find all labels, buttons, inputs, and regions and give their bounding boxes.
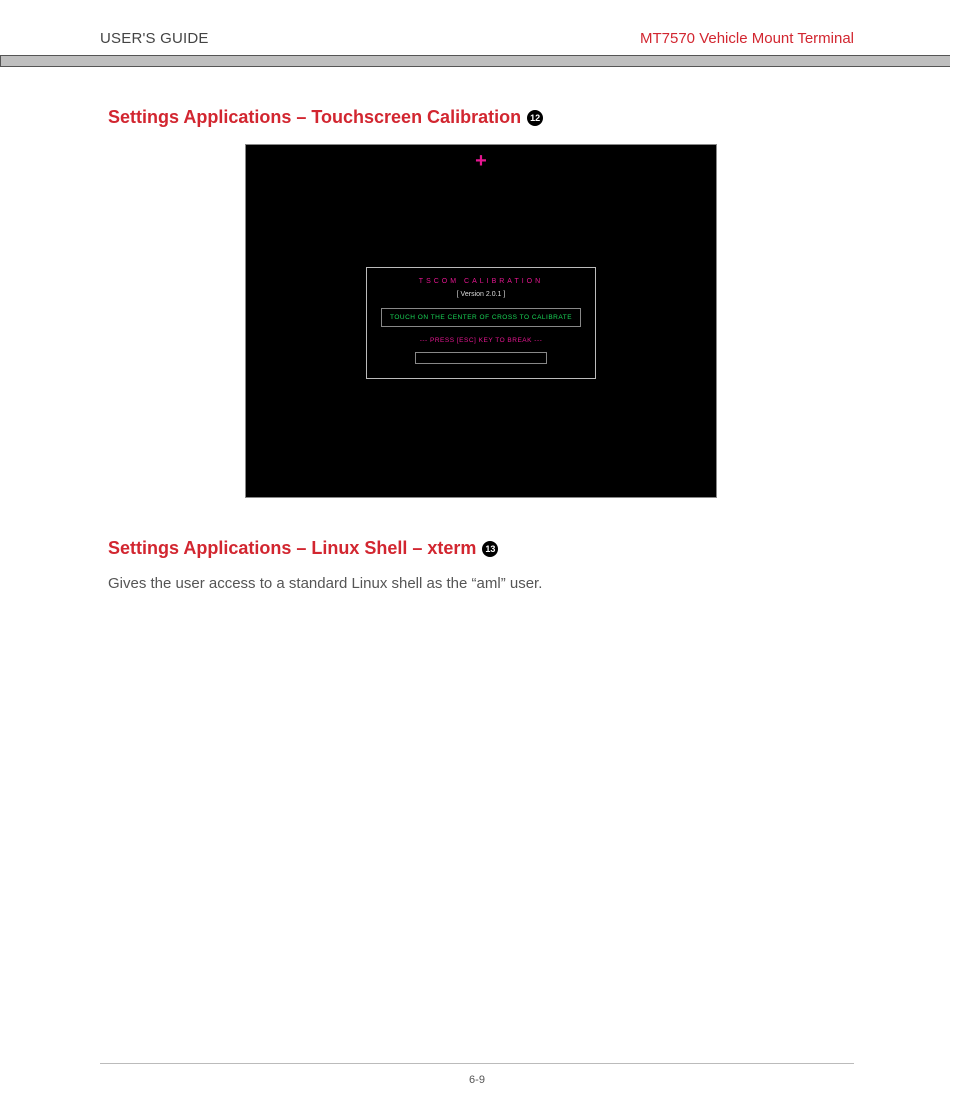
page-number: 6-9 xyxy=(100,1074,854,1086)
header-right: MT7570 Vehicle Mount Terminal xyxy=(640,30,854,47)
dialog-progress-bar xyxy=(415,352,547,364)
page-header: USER'S GUIDE MT7570 Vehicle Mount Termin… xyxy=(0,0,954,55)
dialog-version: [ Version 2.0.1 ] xyxy=(375,291,587,298)
content: Settings Applications – Touchscreen Cali… xyxy=(0,67,954,592)
dialog-touch-msg: TOUCH ON THE CENTER OF CROSS TO CALIBRAT… xyxy=(381,308,581,327)
calibration-screenshot: + TSCOM CALIBRATION [ Version 2.0.1 ] TO… xyxy=(245,144,717,498)
calibration-dialog: TSCOM CALIBRATION [ Version 2.0.1 ] TOUC… xyxy=(366,267,596,379)
header-left: USER'S GUIDE xyxy=(100,30,209,47)
section-title-touchscreen: Settings Applications – Touchscreen Cali… xyxy=(108,107,854,128)
callout-badge-13: 13 xyxy=(482,541,498,557)
section-title-xterm: Settings Applications – Linux Shell – xt… xyxy=(108,538,854,559)
footer-rule xyxy=(100,1063,854,1064)
section-title-text: Settings Applications – Touchscreen Cali… xyxy=(108,107,521,128)
callout-badge-12: 12 xyxy=(527,110,543,126)
header-rule xyxy=(0,55,950,67)
dialog-esc-msg: --- PRESS [ESC] KEY TO BREAK --- xyxy=(375,337,587,344)
section-title-text: Settings Applications – Linux Shell – xt… xyxy=(108,538,476,559)
calibration-cross-icon: + xyxy=(475,151,487,171)
dialog-title: TSCOM CALIBRATION xyxy=(375,278,587,285)
xterm-description: Gives the user access to a standard Linu… xyxy=(108,575,854,592)
page-footer: 6-9 xyxy=(100,1063,854,1086)
page: USER'S GUIDE MT7570 Vehicle Mount Termin… xyxy=(0,0,954,1112)
screenshot-container: + TSCOM CALIBRATION [ Version 2.0.1 ] TO… xyxy=(108,144,854,498)
